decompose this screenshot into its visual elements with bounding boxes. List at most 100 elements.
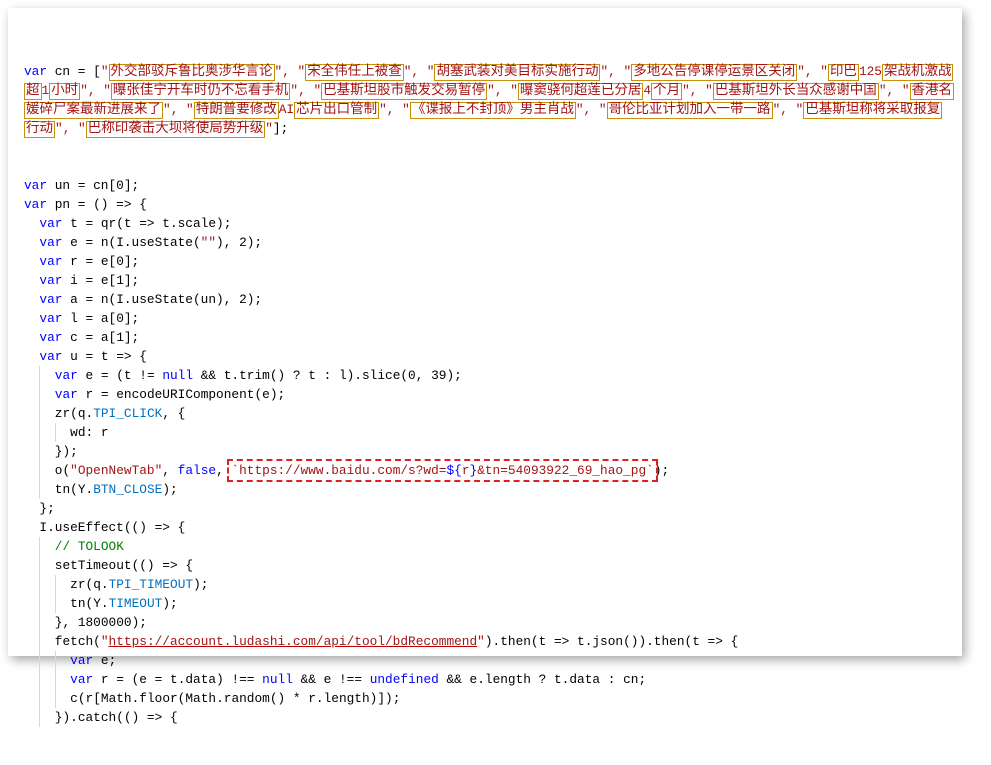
indent-guide xyxy=(24,518,39,537)
code-line: var r = (e = t.data) !== null && e !== u… xyxy=(24,670,956,689)
indent-guide xyxy=(24,309,39,328)
indent-guide xyxy=(54,423,70,442)
code-line: tn(Y.BTN_CLOSE); xyxy=(24,480,956,499)
indent-guide xyxy=(24,575,39,594)
code-text: tn(Y.TIMEOUT); xyxy=(70,596,178,611)
indent-guide xyxy=(39,366,54,385)
indent-guide xyxy=(24,271,39,290)
ludashi-api-url: https://account.ludashi.com/api/tool/bdR… xyxy=(108,634,478,649)
code-text: var r = (e = t.data) !== null && e !== u… xyxy=(70,672,647,687)
highlighted-text: 哥伦比亚计划加入一带一路 xyxy=(606,102,773,119)
code-line: var e = (t != null && t.trim() ? t : l).… xyxy=(24,366,956,385)
code-line: var c = a[1]; xyxy=(24,328,956,347)
indent-guide xyxy=(24,499,39,518)
highlighted-text: 巴基斯坦外长当众感谢中国 xyxy=(712,83,879,100)
code-line: var e; xyxy=(24,651,956,670)
code-text: var l = a[0]; xyxy=(39,311,140,326)
code-text: zr(q.TPI_TIMEOUT); xyxy=(70,577,209,592)
highlighted-text: 小时 xyxy=(49,83,81,100)
highlighted-text: 《谍报上不封顶》男主肖战 xyxy=(409,102,576,119)
code-text: I.useEffect(() => { xyxy=(39,520,186,535)
indent-guide xyxy=(39,708,54,727)
indent-guide xyxy=(24,594,39,613)
code-text: var r = encodeURIComponent(e); xyxy=(54,387,286,402)
indent-guide xyxy=(39,689,54,708)
indent-guide xyxy=(24,290,39,309)
code-text: c(r[Math.floor(Math.random() * r.length)… xyxy=(70,691,401,706)
code-line: setTimeout(() => { xyxy=(24,556,956,575)
code-text: var c = a[1]; xyxy=(39,330,140,345)
indent-guide xyxy=(54,651,70,670)
indent-guide xyxy=(24,233,39,252)
highlighted-text: 架战机激战 xyxy=(881,64,954,81)
code-line: var cn = [" 外交部驳斥鲁比奥涉华言论 ", " 宋全伟任上被查 ", " 胡塞… xyxy=(24,64,954,81)
highlighted-text: 行动 xyxy=(24,121,55,138)
indent-guide xyxy=(24,404,39,423)
code-line: 媛碎尸案最新进展来了 ", " 特朗普要修改 AI 芯片出口管制 ", " 《谍报上不封顶》… xyxy=(24,102,943,119)
indent-guide xyxy=(39,632,54,651)
indent-guide xyxy=(24,423,39,442)
indent-guide xyxy=(24,252,39,271)
indent-guide xyxy=(24,328,39,347)
indent-guide xyxy=(39,537,54,556)
indent-guide xyxy=(39,442,54,461)
code-line: var r = e[0]; xyxy=(24,252,956,271)
news-string-part: 125 xyxy=(858,64,882,79)
indent-guide xyxy=(24,708,39,727)
code-line: }; xyxy=(24,499,956,518)
highlighted-text: 多地公告停课停运景区关闭 xyxy=(631,64,798,81)
code-line: var un = cn[0]; xyxy=(24,176,956,195)
highlighted-text: 媛碎尸案最新进展来了 xyxy=(24,102,163,119)
highlighted-text: 宋全伟任上被查 xyxy=(305,64,404,81)
code-text: var r = e[0]; xyxy=(39,254,140,269)
highlighted-text: 胡塞武装对美目标实施行动 xyxy=(434,64,601,81)
highlighted-text: 印巴 xyxy=(827,64,859,81)
indent-guide xyxy=(39,423,54,442)
indent-guide xyxy=(24,214,39,233)
indent-guide xyxy=(39,480,54,499)
code-line: // TOLOOK xyxy=(24,537,956,556)
code-line: zr(q.TPI_TIMEOUT); xyxy=(24,575,956,594)
indent-guide xyxy=(39,613,54,632)
indent-guide xyxy=(39,385,54,404)
indent-guide xyxy=(54,670,70,689)
code-line: I.useEffect(() => { xyxy=(24,518,956,537)
code-text: var u = t => { xyxy=(39,349,147,364)
indent-guide xyxy=(54,594,70,613)
code-line: 超 1 小时 ", " 曝张佳宁开车时仍不忘看手机 ", " 巴基斯坦股市触发交易暂停 ", … xyxy=(24,83,955,100)
code-line: 行动 ", " 巴称印袭击大坝将使局势升级 "]; xyxy=(24,121,289,138)
code-text: }); xyxy=(54,444,78,459)
code-text: // TOLOOK xyxy=(54,539,124,554)
indent-guide xyxy=(39,651,54,670)
indent-guide xyxy=(24,651,39,670)
code-text: }).catch(() => { xyxy=(54,710,178,725)
highlighted-text: 巴称印袭击大坝将使局势升级 xyxy=(85,121,266,138)
indent-guide xyxy=(24,480,39,499)
code-line: var l = a[0]; xyxy=(24,309,956,328)
code-text: var a = n(I.useState(un), 2); xyxy=(39,292,263,307)
indent-guide xyxy=(24,556,39,575)
code-line: }).catch(() => { xyxy=(24,708,956,727)
code-line: wd: r xyxy=(24,423,956,442)
code-text: var t = qr(t => t.scale); xyxy=(39,216,232,231)
highlighted-text: 巴基斯坦称将采取报复 xyxy=(803,102,943,119)
code-line: }, 1800000); xyxy=(24,613,956,632)
code-text: }, 1800000); xyxy=(54,615,147,630)
code-line: var r = encodeURIComponent(e); xyxy=(24,385,956,404)
code-lines: var un = cn[0]; var pn = () => {var t = q… xyxy=(24,176,956,727)
highlighted-text: 曝张佳宁开车时仍不忘看手机 xyxy=(110,83,291,100)
highlighted-text: 超 xyxy=(24,83,42,100)
code-line: var e = n(I.useState(""), 2); xyxy=(24,233,956,252)
code-view: var cn = [" 外交部驳斥鲁比奥涉华言论 ", " 宋全伟任上被查 ", " 胡塞… xyxy=(24,24,956,765)
indent-guide xyxy=(39,404,54,423)
indent-guide xyxy=(39,594,54,613)
code-text: var e; xyxy=(70,653,117,668)
indent-guide xyxy=(54,575,70,594)
indent-guide xyxy=(24,670,39,689)
code-line: var t = qr(t => t.scale); xyxy=(24,214,956,233)
indent-guide xyxy=(24,366,39,385)
code-line: var a = n(I.useState(un), 2); xyxy=(24,290,956,309)
indent-guide xyxy=(39,556,54,575)
cn-array-declaration: var cn = [" 外交部驳斥鲁比奥涉华言论 ", " 宋全伟任上被查 ", " 胡塞… xyxy=(24,62,956,138)
code-text: zr(q.TPI_CLICK, { xyxy=(54,406,186,421)
